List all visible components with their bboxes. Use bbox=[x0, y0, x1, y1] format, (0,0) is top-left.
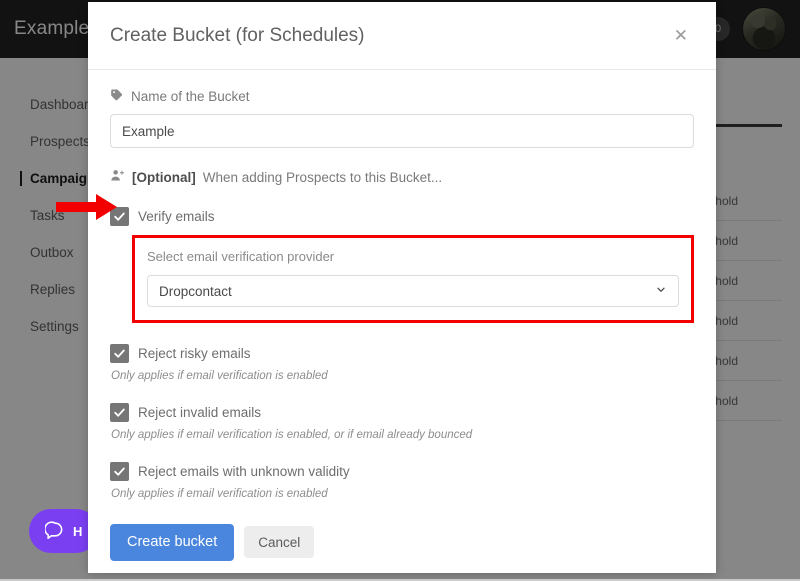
reject-invalid-emails-hint: Only applies if email verification is en… bbox=[111, 429, 694, 441]
optional-prefix: [Optional] bbox=[132, 170, 196, 185]
reject-risky-emails-label: Reject risky emails bbox=[138, 346, 251, 361]
reject-risky-emails-hint: Only applies if email verification is en… bbox=[111, 370, 694, 382]
verify-emails-row[interactable]: Verify emails bbox=[110, 207, 694, 226]
verify-emails-checkbox[interactable] bbox=[110, 207, 129, 226]
chat-launcher-label: H bbox=[73, 524, 82, 539]
provider-label: Select email verification provider bbox=[147, 249, 679, 264]
chat-bubble-icon bbox=[45, 520, 64, 542]
reject-invalid-emails-checkbox[interactable] bbox=[110, 403, 129, 422]
screenshot-root: Example 0 Dashboard Prospects Campaigns … bbox=[0, 0, 800, 581]
modal-title: Create Bucket (for Schedules) bbox=[110, 25, 365, 47]
cancel-button[interactable]: Cancel bbox=[244, 526, 314, 558]
tag-icon bbox=[110, 88, 124, 105]
create-bucket-button[interactable]: Create bucket bbox=[110, 524, 234, 561]
reject-unknown-validity-hint: Only applies if email verification is en… bbox=[111, 488, 694, 500]
email-verification-provider-group: Select email verification provider Dropc… bbox=[132, 235, 694, 323]
optional-note-row: [Optional] When adding Prospects to this… bbox=[110, 168, 694, 186]
modal-footer: Create bucket Cancel bbox=[88, 511, 716, 573]
close-icon[interactable]: ✕ bbox=[668, 23, 694, 48]
verify-emails-label: Verify emails bbox=[138, 209, 215, 224]
bucket-name-input[interactable] bbox=[110, 114, 694, 148]
modal-header: Create Bucket (for Schedules) ✕ bbox=[88, 2, 716, 70]
reject-risky-emails-row[interactable]: Reject risky emails bbox=[110, 344, 694, 363]
provider-select[interactable]: Dropcontact bbox=[147, 275, 679, 307]
reject-invalid-emails-row[interactable]: Reject invalid emails bbox=[110, 403, 694, 422]
bucket-name-label: Name of the Bucket bbox=[131, 89, 250, 104]
reject-unknown-validity-row[interactable]: Reject emails with unknown validity bbox=[110, 462, 694, 481]
reject-unknown-validity-checkbox[interactable] bbox=[110, 462, 129, 481]
provider-selected-value: Dropcontact bbox=[159, 284, 232, 299]
reject-unknown-validity-label: Reject emails with unknown validity bbox=[138, 464, 350, 479]
modal-body: Name of the Bucket [Optional] When addin… bbox=[88, 70, 716, 511]
reject-risky-emails-checkbox[interactable] bbox=[110, 344, 129, 363]
create-bucket-modal: Create Bucket (for Schedules) ✕ Name of … bbox=[88, 2, 716, 573]
chevron-down-icon bbox=[655, 284, 667, 299]
reject-invalid-emails-label: Reject invalid emails bbox=[138, 405, 261, 420]
add-person-icon bbox=[110, 168, 125, 186]
bucket-name-label-row: Name of the Bucket bbox=[110, 88, 694, 105]
optional-note-text: When adding Prospects to this Bucket... bbox=[203, 170, 442, 185]
